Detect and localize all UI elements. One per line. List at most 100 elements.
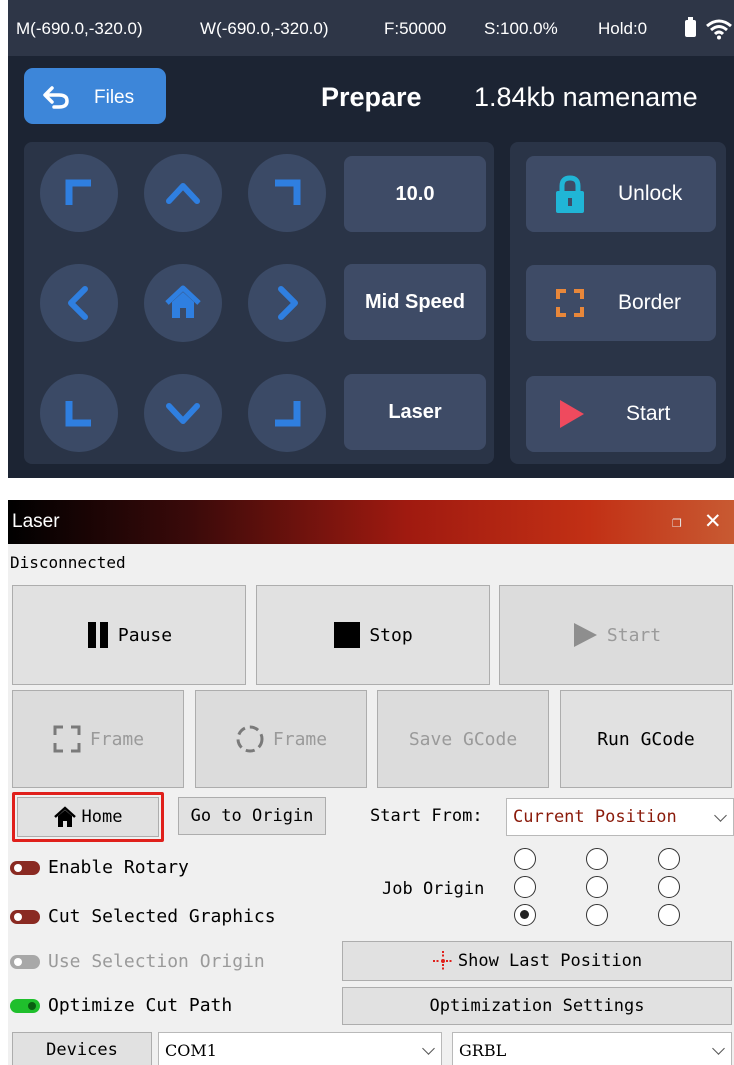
play-icon	[560, 400, 584, 428]
up-right-icon	[275, 179, 301, 205]
feed-rate: F:50000	[384, 19, 447, 38]
down-right-icon	[275, 401, 301, 427]
jog-down-button[interactable]	[144, 374, 222, 452]
border-icon	[556, 289, 584, 317]
wifi-icon	[706, 19, 732, 40]
start-label: Start	[626, 402, 671, 425]
use-selection-origin-toggle[interactable]	[10, 955, 40, 969]
status-bar: M(-690.0,-320.0) W(-690.0,-320.0) F:5000…	[8, 0, 734, 56]
machine-position: M(-690.0,-320.0)	[16, 19, 143, 38]
circle-frame-button[interactable]: Frame	[195, 690, 367, 788]
cut-selected-toggle[interactable]	[10, 910, 40, 924]
start-from-select[interactable]: Current Position	[506, 798, 734, 836]
show-last-position-button[interactable]: Show Last Position	[342, 941, 732, 981]
job-origin-label: Job Origin	[382, 879, 485, 899]
origin-bottom-center-radio[interactable]	[586, 904, 608, 926]
crosshair-icon	[432, 951, 453, 971]
stop-label: Stop	[369, 624, 413, 646]
laser-window: Laser ❐ ✕ Disconnected Pause Stop Start …	[8, 500, 734, 1065]
optimize-cut-path-toggle[interactable]	[10, 999, 40, 1013]
speed-percent: S:100.0%	[484, 19, 558, 38]
port-value: COM1	[165, 1040, 217, 1060]
start-button[interactable]: Start	[526, 376, 716, 452]
up-icon	[166, 183, 200, 204]
port-select[interactable]: COM1	[158, 1032, 442, 1065]
use-selection-origin-label: Use Selection Origin	[48, 951, 265, 972]
controller-select[interactable]: GRBL	[452, 1032, 732, 1065]
jog-down-right-button[interactable]	[248, 374, 326, 452]
home-icon	[165, 285, 201, 318]
start-from-label: Start From:	[370, 806, 483, 826]
files-button[interactable]: Files	[24, 68, 166, 124]
frame-icon	[53, 725, 81, 753]
laser-button[interactable]: Laser	[344, 374, 486, 450]
run-gcode-button[interactable]: Run GCode	[560, 690, 732, 788]
play-icon	[573, 623, 597, 647]
home-label: Home	[81, 807, 123, 827]
chevron-down-icon	[422, 1042, 435, 1055]
save-gcode-button[interactable]: Save GCode	[377, 690, 549, 788]
jog-up-button[interactable]	[144, 154, 222, 232]
step-value-button[interactable]: 10.0	[344, 156, 486, 232]
work-position: W(-690.0,-320.0)	[200, 19, 329, 38]
device-panel: M(-690.0,-320.0) W(-690.0,-320.0) F:5000…	[8, 0, 734, 478]
back-icon	[43, 86, 69, 109]
lock-icon	[556, 175, 584, 213]
origin-middle-left-radio[interactable]	[514, 876, 536, 898]
circle-frame-icon	[236, 725, 264, 753]
jog-up-right-button[interactable]	[248, 154, 326, 232]
origin-center-radio[interactable]	[586, 876, 608, 898]
job-origin-grid	[506, 840, 732, 936]
border-button[interactable]: Border	[526, 265, 716, 341]
files-label: Files	[94, 87, 135, 108]
enable-rotary-toggle[interactable]	[10, 861, 40, 875]
title-bar: Laser ❐ ✕	[8, 500, 734, 544]
stop-button[interactable]: Stop	[256, 585, 490, 685]
frame-label: Frame	[89, 728, 145, 750]
origin-top-left-radio[interactable]	[514, 848, 536, 870]
chevron-down-icon	[712, 1042, 725, 1055]
start-label-laser: Start	[606, 624, 662, 646]
pause-label: Pause	[117, 624, 173, 646]
enable-rotary-label: Enable Rotary	[48, 857, 189, 878]
start-from-value: Current Position	[513, 807, 677, 827]
jog-right-button[interactable]	[248, 264, 326, 342]
border-label: Border	[618, 291, 682, 314]
unlock-button[interactable]: Unlock	[526, 156, 716, 232]
home-button[interactable]: Home	[17, 797, 159, 837]
origin-top-right-radio[interactable]	[658, 848, 680, 870]
start-button-laser[interactable]: Start	[499, 585, 733, 685]
pause-button[interactable]: Pause	[12, 585, 246, 685]
speed-mode-button[interactable]: Mid Speed	[344, 264, 486, 340]
jog-up-left-button[interactable]	[40, 154, 118, 232]
origin-top-center-radio[interactable]	[586, 848, 608, 870]
jog-down-left-button[interactable]	[40, 374, 118, 452]
left-icon	[68, 286, 88, 320]
page-title: Prepare	[321, 82, 422, 112]
stop-icon	[334, 622, 361, 648]
origin-middle-right-radio[interactable]	[658, 876, 680, 898]
jog-pad: 10.0 Mid Speed Laser	[24, 142, 494, 464]
pause-icon	[87, 622, 108, 648]
unlock-label: Unlock	[618, 182, 683, 205]
window-title: Laser	[12, 511, 60, 532]
connection-status: Disconnected	[10, 553, 126, 572]
origin-bottom-left-radio[interactable]	[514, 904, 536, 926]
optimize-cut-path-label: Optimize Cut Path	[48, 995, 233, 1016]
close-icon[interactable]: ✕	[704, 509, 722, 533]
devices-button[interactable]: Devices	[12, 1032, 152, 1065]
battery-icon	[685, 17, 696, 37]
controller-value: GRBL	[459, 1040, 507, 1060]
optimization-settings-button[interactable]: Optimization Settings	[342, 987, 732, 1025]
restore-icon[interactable]: ❐	[672, 512, 682, 531]
origin-bottom-right-radio[interactable]	[658, 904, 680, 926]
cut-selected-label: Cut Selected Graphics	[48, 906, 276, 927]
file-info: 1.84kb namename	[474, 82, 698, 112]
jog-left-button[interactable]	[40, 264, 118, 342]
chevron-down-icon	[714, 809, 727, 822]
frame-button[interactable]: Frame	[12, 690, 184, 788]
hold-status: Hold:0	[598, 19, 648, 38]
jog-home-button[interactable]	[144, 264, 222, 342]
go-to-origin-button[interactable]: Go to Origin	[178, 797, 326, 835]
show-last-position-label: Show Last Position	[457, 951, 643, 971]
